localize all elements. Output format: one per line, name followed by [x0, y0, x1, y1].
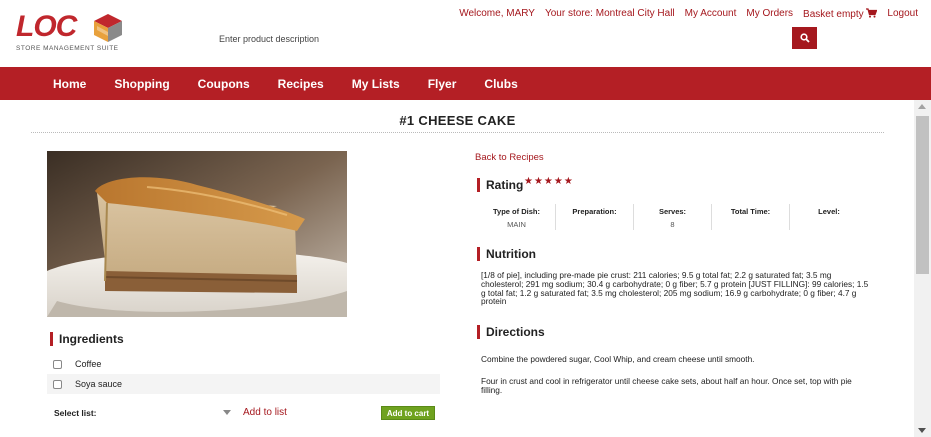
add-to-cart-button[interactable]: Add to cart	[381, 406, 435, 420]
add-to-list-link[interactable]: Add to list	[243, 407, 287, 418]
nav-item-recipes[interactable]: Recipes	[278, 77, 324, 91]
info-label: Total Time:	[730, 207, 771, 216]
site-header: LOC STORE MANAGEMENT SUITE Welcome, MARY…	[0, 0, 931, 67]
ingredients-heading: Ingredients	[50, 332, 124, 346]
ingredient-checkbox[interactable]	[53, 379, 62, 389]
nav-item-my-lists[interactable]: My Lists	[352, 77, 400, 91]
info-label: Type of Dish:	[493, 207, 540, 216]
nav-item-shopping[interactable]: Shopping	[114, 77, 169, 91]
info-label: Preparation:	[572, 207, 617, 216]
ingredient-name: Coffee	[75, 359, 102, 369]
scroll-up-arrow-icon[interactable]	[918, 104, 926, 109]
basket-link[interactable]: Basket empty	[803, 8, 878, 20]
info-label: Level:	[818, 207, 840, 216]
ingredient-row: Coffee	[47, 354, 440, 374]
nav-item-coupons[interactable]: Coupons	[198, 77, 250, 91]
info-level: Level:	[790, 204, 868, 230]
recipe-photo	[47, 151, 347, 317]
info-value: 8	[670, 220, 675, 229]
nav-item-clubs[interactable]: Clubs	[484, 77, 517, 91]
logo-subtitle: STORE MANAGEMENT SUITE	[16, 45, 119, 52]
search-icon	[799, 33, 810, 43]
logout-link[interactable]: Logout	[887, 8, 918, 20]
search-input[interactable]	[214, 30, 774, 48]
recipe-info-grid: Type of Dish: MAIN Preparation: Serves: …	[478, 204, 868, 230]
page-title: #1 CHEESE CAKE	[399, 113, 516, 128]
account-links: Welcome, MARY Your store: Montreal City …	[459, 8, 918, 20]
nav-item-flyer[interactable]: Flyer	[428, 77, 457, 91]
my-account-link[interactable]: My Account	[685, 8, 737, 20]
ingredient-name: Soya sauce	[75, 379, 123, 389]
select-list-label: Select list:	[54, 408, 97, 418]
search-button[interactable]	[792, 27, 817, 49]
nutrition-heading: Nutrition	[477, 247, 536, 261]
cart-icon	[866, 8, 878, 18]
select-list-dropdown-icon[interactable]	[223, 410, 231, 415]
ingredient-row: Soya sauce	[47, 374, 440, 394]
info-label: Serves:	[658, 207, 687, 216]
logo-cube-icon	[94, 14, 122, 42]
rating-stars[interactable]: ★★★★★	[524, 176, 574, 187]
my-orders-link[interactable]: My Orders	[746, 8, 793, 20]
info-serves: Serves: 8	[634, 204, 712, 230]
scroll-down-arrow-icon[interactable]	[918, 428, 926, 433]
scrollbar-thumb[interactable]	[916, 116, 929, 274]
rating-heading: Rating	[477, 178, 523, 192]
info-total-time: Total Time:	[712, 204, 790, 230]
main-nav: Home Shopping Coupons Recipes My Lists F…	[0, 67, 931, 100]
store-link[interactable]: Your store: Montreal City Hall	[545, 8, 675, 20]
nutrition-text: [1/8 of pie], including pre-made pie cru…	[481, 270, 869, 307]
info-preparation: Preparation:	[556, 204, 634, 230]
direction-step: Four in crust and cool in refrigerator u…	[481, 376, 852, 395]
info-value: MAIN	[507, 220, 526, 229]
ingredient-checkbox[interactable]	[53, 359, 62, 369]
back-to-recipes-link[interactable]: Back to Recipes	[475, 152, 544, 163]
logo-text: LOC	[16, 10, 77, 43]
basket-label: Basket empty	[803, 9, 864, 20]
directions-heading: Directions	[477, 325, 545, 339]
direction-step: Combine the powdered sugar, Cool Whip, a…	[481, 354, 755, 364]
info-type-of-dish: Type of Dish: MAIN	[478, 204, 556, 230]
title-divider	[31, 132, 884, 133]
nav-item-home[interactable]: Home	[53, 77, 86, 91]
logo[interactable]: LOC STORE MANAGEMENT SUITE	[16, 12, 136, 56]
welcome-text: Welcome, MARY	[459, 8, 535, 19]
